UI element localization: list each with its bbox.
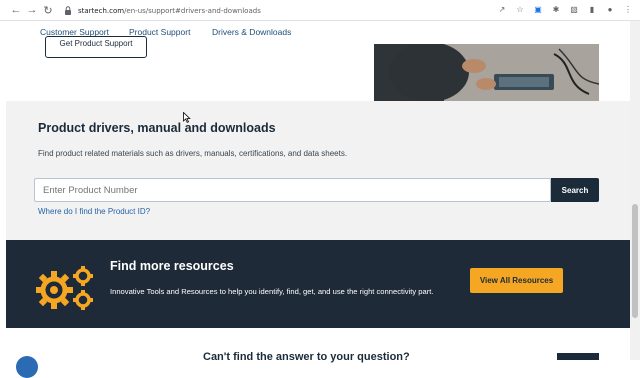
drivers-description: Find product related materials such as d… — [38, 149, 348, 158]
share-icon[interactable]: ↗ — [496, 3, 508, 15]
url-text: startech.com/en-us/support#drivers-and-d… — [78, 7, 261, 15]
resources-section: Find more resources Innovative Tools and… — [6, 240, 630, 328]
chat-icon[interactable] — [16, 356, 38, 378]
product-id-help-link[interactable]: Where do I find the Product ID? — [38, 207, 150, 216]
resources-description: Innovative Tools and Resources to help y… — [110, 287, 434, 296]
technician-image — [374, 44, 599, 101]
help-section: Can't find the answer to your question? — [0, 328, 630, 378]
drivers-downloads-section: Product drivers, manual and downloads Fi… — [6, 101, 630, 240]
scrollbar-thumb[interactable] — [632, 204, 638, 318]
translate-icon[interactable]: ▣ — [532, 3, 544, 15]
url-host: startech.com — [78, 6, 125, 15]
back-icon[interactable]: ← — [8, 2, 24, 18]
get-product-support-button[interactable]: Get Product Support — [45, 36, 147, 58]
subnav-drivers-downloads[interactable]: Drivers & Downloads — [212, 27, 291, 37]
resources-title: Find more resources — [110, 259, 234, 273]
search-button[interactable]: Search — [551, 178, 599, 202]
drivers-title: Product drivers, manual and downloads — [38, 121, 276, 135]
help-question: Can't find the answer to your question? — [203, 351, 410, 363]
page-scrollbar[interactable] — [630, 21, 640, 360]
tab-search-icon[interactable]: ▧ — [568, 3, 580, 15]
address-bar[interactable]: startech.com/en-us/support#drivers-and-d… — [60, 3, 560, 18]
sidebar-icon[interactable]: ▮ — [586, 3, 598, 15]
url-path: /en-us/support#drivers-and-downloads — [124, 6, 261, 15]
contact-button[interactable] — [557, 353, 599, 360]
reload-icon[interactable]: ↻ — [40, 2, 56, 18]
mouse-cursor-icon — [183, 112, 191, 123]
hero-photo — [374, 44, 599, 101]
view-all-resources-button[interactable]: View All Resources — [470, 268, 563, 293]
browser-toolbar: ← → ↻ startech.com/en-us/support#drivers… — [0, 0, 640, 21]
gears-icon — [36, 266, 93, 310]
profile-icon[interactable]: ● — [604, 3, 616, 15]
menu-icon[interactable]: ⋮ — [622, 3, 634, 15]
star-icon[interactable]: ☆ — [514, 3, 526, 15]
forward-icon[interactable]: → — [24, 2, 40, 18]
product-number-input[interactable] — [34, 178, 551, 202]
extensions-icon[interactable]: ✱ — [550, 3, 562, 15]
lock-icon — [65, 6, 71, 15]
